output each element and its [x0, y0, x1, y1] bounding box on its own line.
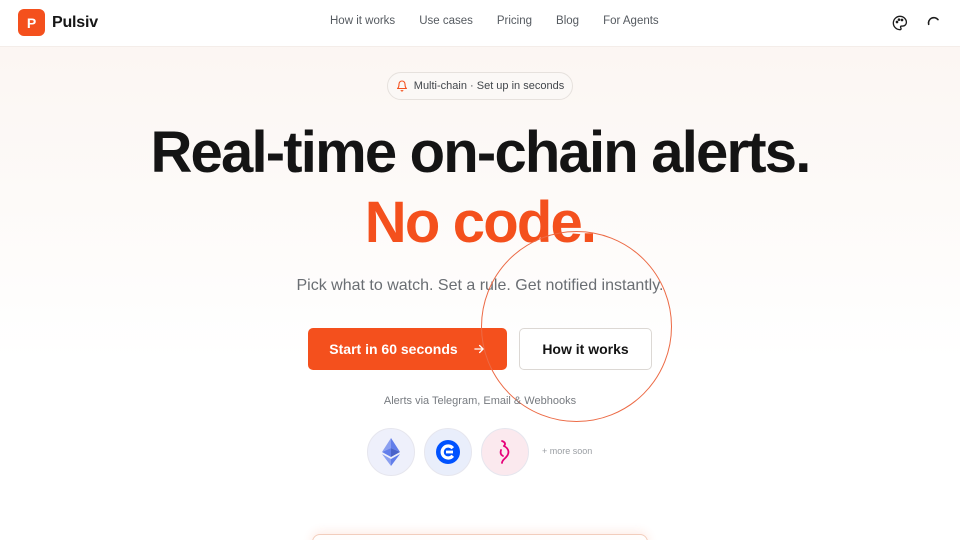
hero-subheadline: Pick what to watch. Set a rule. Get noti… [296, 277, 664, 294]
alerts-channels-text: Alerts via Telegram, Email & Webhooks [383, 395, 577, 407]
preview-card [312, 534, 648, 540]
brand-logo-link[interactable]: P Pulsiv [18, 9, 98, 36]
bell-icon [396, 80, 407, 92]
more-soon-text: + more soon [542, 446, 593, 456]
how-it-works-button[interactable]: How it works [519, 328, 652, 370]
loading-spinner-icon[interactable] [925, 14, 943, 32]
nav-for-agents[interactable]: For Agents [603, 15, 659, 27]
nav-use-cases[interactable]: Use cases [419, 15, 473, 27]
brand-name: Pulsiv [52, 13, 98, 31]
chain-coinbase[interactable] [424, 428, 472, 476]
start-button-label: Start in 60 seconds [329, 341, 458, 357]
nav-pricing[interactable]: Pricing [497, 15, 532, 27]
hero-headline-accent: No code. [364, 190, 597, 255]
palette-icon[interactable] [891, 14, 909, 32]
top-header: P Pulsiv How it works Use cases Pricing … [0, 0, 960, 47]
highlight-ring [481, 231, 672, 422]
logo-mark: P [18, 9, 45, 36]
multichain-badge: Multi-chain · Set up in seconds [387, 72, 573, 100]
arrow-right-icon [473, 344, 484, 354]
hero-headline: Real-time on-chain alerts. [150, 120, 811, 185]
chain-polkadot[interactable] [481, 428, 529, 476]
chain-ethereum[interactable] [367, 428, 415, 476]
coinbase-icon [436, 440, 460, 464]
nav-how-it-works[interactable]: How it works [330, 15, 395, 27]
ethereum-icon [382, 438, 400, 466]
polkadot-icon [499, 440, 510, 464]
landing-page: P Pulsiv How it works Use cases Pricing … [0, 0, 960, 540]
main-nav: How it works Use cases Pricing Blog For … [330, 15, 659, 27]
badge-text: Multi-chain · Set up in seconds [413, 80, 565, 92]
nav-blog[interactable]: Blog [556, 15, 579, 27]
start-button[interactable]: Start in 60 seconds [308, 328, 507, 370]
